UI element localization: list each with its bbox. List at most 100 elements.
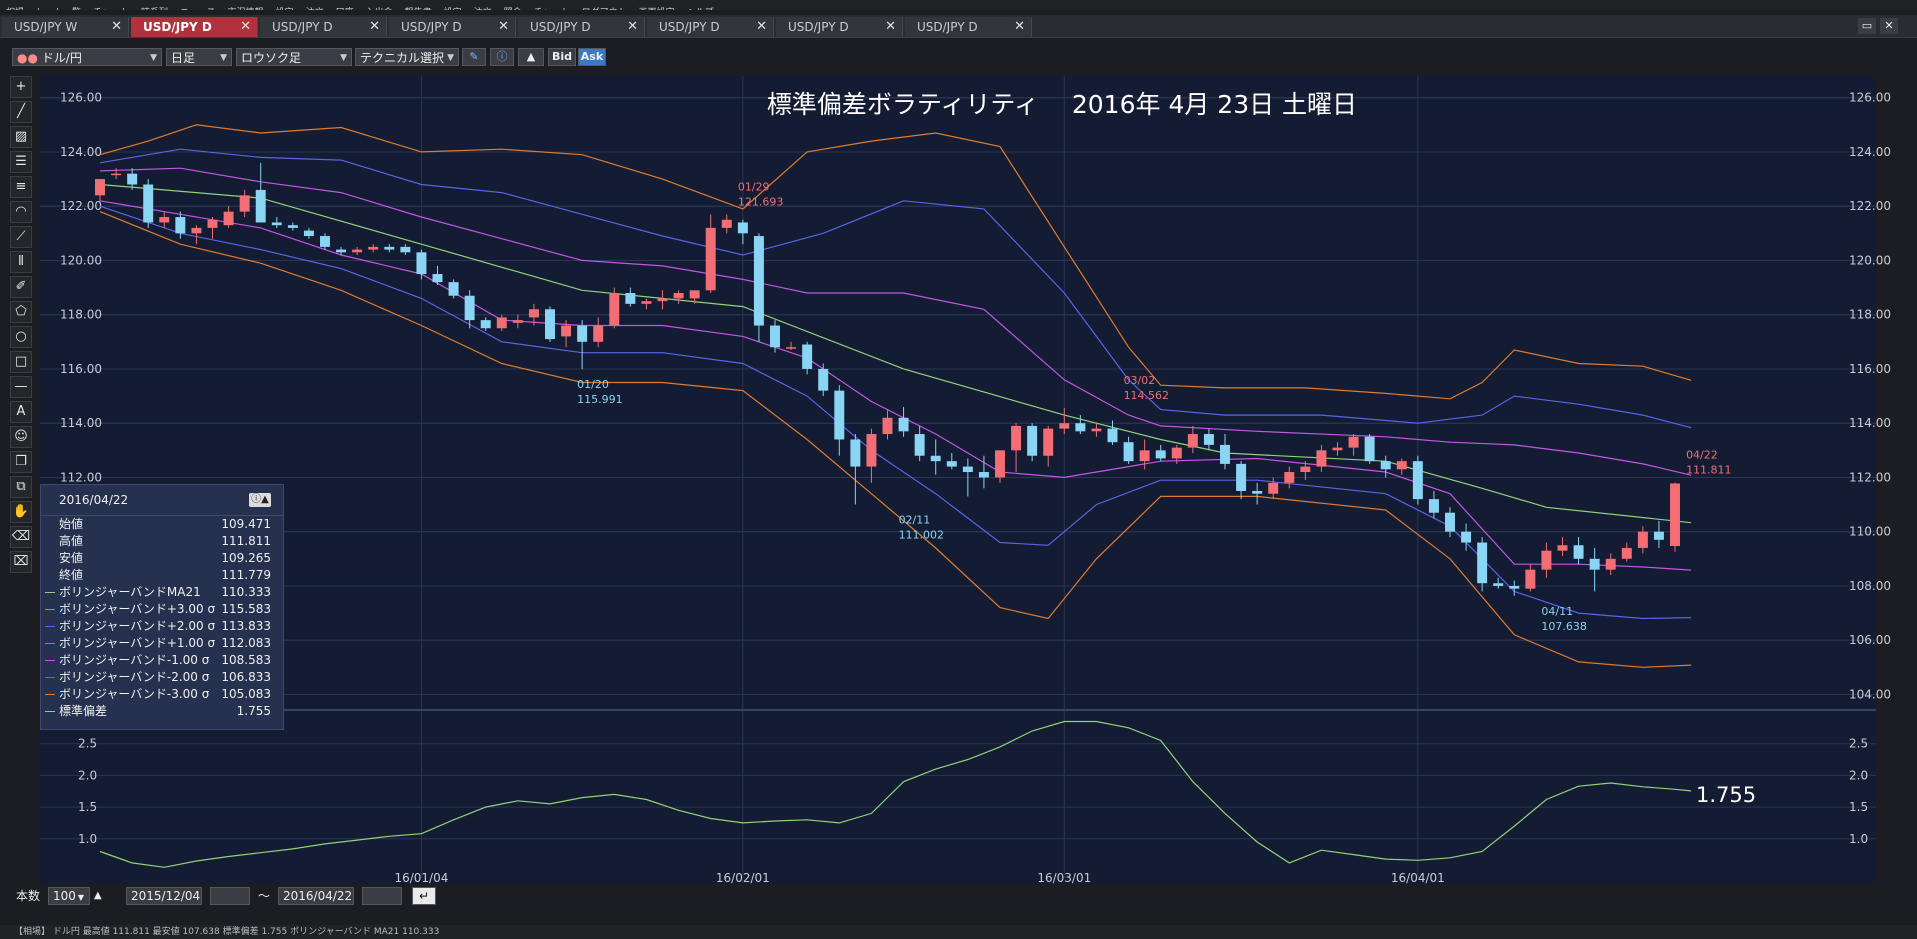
- x-tick-label: 16/04/01: [1391, 871, 1445, 885]
- tilde-label: ～: [258, 889, 271, 903]
- candle-body: [737, 222, 748, 234]
- info-row: 終値 111.779: [41, 567, 283, 584]
- annotation-value: 107.638: [1541, 620, 1587, 633]
- candle-body: [1493, 583, 1504, 586]
- candle-body: [303, 230, 314, 237]
- candle-body: [416, 252, 427, 275]
- candle-body: [1300, 466, 1311, 473]
- candle-body: [127, 173, 138, 185]
- count-input[interactable]: 100 ▼: [48, 887, 90, 905]
- candle-body: [255, 189, 266, 223]
- info-label: ボリンジャーバンド+3.00 σ: [59, 602, 216, 616]
- y-tick-label: 126.00: [1849, 91, 1891, 105]
- candle-body: [1091, 428, 1102, 432]
- info-label: ボリンジャーバンド+2.00 σ: [59, 619, 216, 633]
- annotation-value: 115.991: [577, 393, 623, 406]
- candle-body: [368, 246, 379, 250]
- candle-body: [1653, 531, 1664, 540]
- candle-body: [400, 246, 411, 253]
- candle-body: [320, 236, 330, 247]
- candle-body: [159, 217, 170, 223]
- candle-body: [1332, 447, 1343, 451]
- candle-body: [1573, 545, 1584, 559]
- y-tick-label: 118.00: [1849, 308, 1891, 322]
- y-tick-label: 2.0: [78, 768, 97, 782]
- annotation-date: 04/22: [1686, 449, 1718, 462]
- candle-body: [480, 320, 491, 329]
- info-value: 113.833: [221, 619, 271, 633]
- info-row: 高値 111.811: [41, 533, 283, 550]
- candle-body: [1268, 482, 1279, 494]
- candle-body: [207, 219, 218, 228]
- candle-body: [1107, 428, 1118, 443]
- candle-body: [753, 236, 764, 326]
- y-tick-label: 2.5: [1849, 737, 1868, 751]
- candle-body: [352, 249, 363, 253]
- legend-swatch: [45, 660, 55, 661]
- info-label: ボリンジャーバンド-2.00 σ: [59, 670, 210, 684]
- info-value: 111.811: [221, 534, 271, 548]
- candle-body: [962, 466, 973, 473]
- candle-body: [946, 461, 957, 467]
- spin-up-icon[interactable]: ▲: [94, 887, 102, 905]
- candle-body: [850, 439, 861, 467]
- y-tick-label: 114.00: [1849, 416, 1891, 430]
- info-row: 始値 109.471: [41, 516, 283, 533]
- info-row: 安値 109.265: [41, 550, 283, 567]
- y-tick-label: 116.00: [1849, 362, 1891, 376]
- candle-body: [1043, 428, 1054, 456]
- candle-body: [882, 417, 893, 435]
- candle-body: [223, 211, 234, 226]
- candle-body: [496, 317, 507, 329]
- annotation-value: 121.693: [738, 196, 784, 209]
- candle-body: [818, 368, 829, 391]
- candle-body: [448, 282, 459, 296]
- info-collapse-icon[interactable]: ⓘ▲: [249, 493, 271, 507]
- to-date-input[interactable]: 2016/04/22: [278, 887, 354, 905]
- info-value: 105.083: [221, 687, 271, 701]
- return-icon[interactable]: ↵: [412, 887, 436, 905]
- count-value: 100: [53, 889, 76, 903]
- info-label: 安値: [59, 551, 84, 565]
- candle-body: [641, 301, 652, 304]
- candle-body: [287, 225, 298, 228]
- candle-body: [1380, 461, 1391, 470]
- candle-body: [1412, 461, 1423, 500]
- info-label: 終値: [59, 568, 84, 582]
- candle-body: [721, 219, 732, 228]
- info-row: ボリンジャーバンド+2.00 σ 113.833: [41, 618, 283, 635]
- legend-swatch: [45, 677, 55, 678]
- candle-body: [512, 320, 523, 323]
- from-date-input[interactable]: 2015/12/04: [126, 887, 202, 905]
- legend-swatch: [45, 643, 55, 644]
- candle-body: [1541, 550, 1552, 570]
- candle-body: [1203, 434, 1214, 445]
- info-label: 高値: [59, 534, 84, 548]
- info-row: ボリンジャーバンド-2.00 σ 106.833: [41, 669, 283, 686]
- candle-body: [593, 325, 604, 342]
- candle-body: [1139, 450, 1150, 462]
- legend-swatch: [45, 694, 55, 695]
- candle-body: [336, 249, 347, 253]
- candle-body: [545, 309, 555, 340]
- y-tick-label: 122.00: [1849, 199, 1891, 213]
- info-row: ボリンジャーバンド+3.00 σ 115.583: [41, 601, 283, 618]
- y-tick-label: 124.00: [1849, 145, 1891, 159]
- to-time-input[interactable]: [362, 887, 402, 905]
- count-label: 本数: [16, 889, 41, 903]
- y-tick-label: 2.5: [78, 737, 97, 751]
- y-tick-label: 106.00: [1849, 633, 1891, 647]
- from-time-input[interactable]: [210, 887, 250, 905]
- candle-body: [1364, 436, 1375, 462]
- candle-body: [1445, 512, 1455, 532]
- y-tick-label: 122.00: [60, 199, 102, 213]
- info-value: 110.333: [221, 585, 271, 599]
- info-label: 標準偏差: [59, 704, 108, 718]
- candle-body: [898, 417, 909, 432]
- info-label: ボリンジャーバンド-1.00 σ: [59, 653, 210, 667]
- annotation-date: 01/29: [738, 181, 770, 194]
- info-row: ボリンジャーバンド-3.00 σ 105.083: [41, 686, 283, 703]
- chart-area[interactable]: 126.00 124.00 122.00 120.00 118.00 116.00 114.…: [0, 0, 1917, 939]
- candle-body: [1187, 434, 1198, 448]
- candle-body: [995, 450, 1005, 478]
